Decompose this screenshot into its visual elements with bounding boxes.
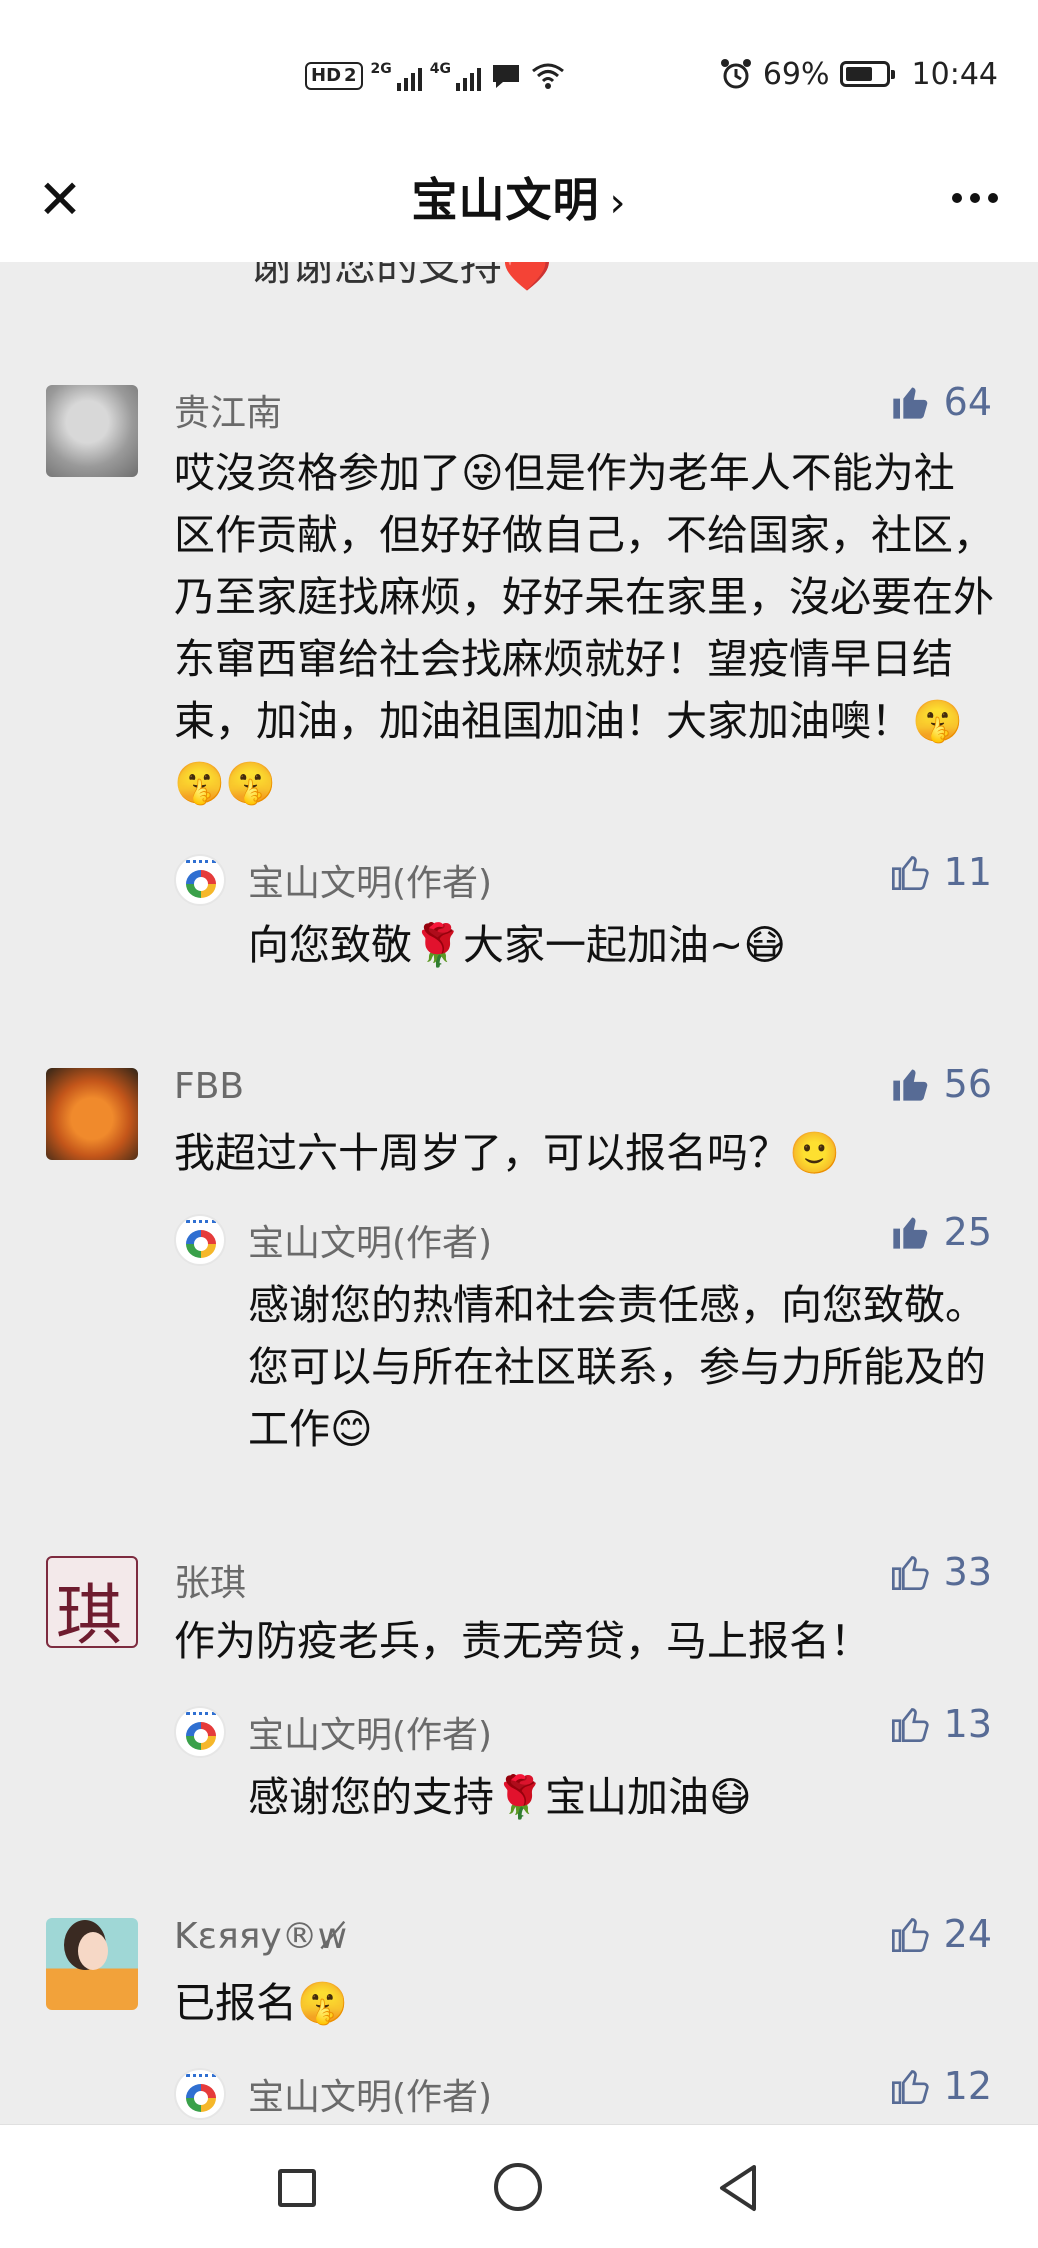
comment-author[interactable]: 张琪 xyxy=(174,1554,246,1606)
chevron-right-icon: › xyxy=(609,180,627,226)
avatar[interactable] xyxy=(46,1918,138,2010)
comment-author[interactable]: FBB xyxy=(174,1066,244,1107)
reply-like-button[interactable]: 12 xyxy=(890,2064,992,2108)
reply-like-count: 11 xyxy=(943,850,992,894)
like-count: 56 xyxy=(943,1062,992,1106)
alarm-icon xyxy=(720,59,751,89)
thumbs-up-icon xyxy=(892,1217,927,1249)
net2-label: 4G xyxy=(429,61,452,77)
partial-text: 谢谢您的支持 xyxy=(250,262,503,290)
avatar[interactable]: 琪 xyxy=(46,1556,138,1648)
nav-bar: ✕ 宝山文明 › xyxy=(0,150,1038,262)
comment-author[interactable]: 贵江南 xyxy=(174,384,282,436)
more-icon[interactable] xyxy=(940,166,1010,230)
hd-badge: HD 2 xyxy=(305,62,363,90)
thumbs-up-outline-icon xyxy=(891,1918,929,1952)
comment-list[interactable]: 谢谢您的支持❤️ 贵江南 64 哎沒资格参加了😜但是作为老年人不能为社区作贡献，… xyxy=(0,262,1038,2124)
thumbs-up-outline-icon xyxy=(891,2070,929,2104)
like-button[interactable]: 33 xyxy=(890,1550,992,1594)
reply-text: 向您致敬🌹大家一起加油~😷 xyxy=(248,921,787,969)
like-button[interactable]: 64 xyxy=(890,380,992,424)
like-button[interactable]: 56 xyxy=(890,1062,992,1106)
like-count: 33 xyxy=(943,1550,992,1594)
thumbs-up-icon xyxy=(892,1069,927,1101)
signal-icon: 2G xyxy=(371,61,422,91)
system-nav-bar xyxy=(0,2124,1038,2248)
author-avatar[interactable] xyxy=(174,854,226,906)
reply-like-button[interactable]: 25 xyxy=(890,1210,992,1254)
partial-reply-text: 谢谢您的支持❤️ xyxy=(250,262,552,293)
hd-label: HD xyxy=(311,65,342,86)
author-avatar[interactable] xyxy=(174,2068,226,2120)
wifi-icon xyxy=(532,63,564,89)
reply-like-button[interactable]: 13 xyxy=(890,1702,992,1746)
comment-author[interactable]: Kεяяу®ᴡ̸ xyxy=(174,1916,347,1957)
signal-icon-2: 4G xyxy=(429,61,482,91)
back-button[interactable] xyxy=(714,2163,764,2213)
reply-author[interactable]: 宝山文明(作者) xyxy=(248,1214,492,1266)
page-title[interactable]: 宝山文明 › xyxy=(0,164,1038,230)
comment-text: 已报名🤫 xyxy=(174,1979,349,2027)
avatar[interactable] xyxy=(46,1068,138,1160)
sim-label: 2 xyxy=(344,65,357,86)
thumbs-up-outline-icon xyxy=(891,856,929,890)
status-bar: HD 2 2G 4G 69% 10:44 xyxy=(0,0,1038,150)
net1-label: 2G xyxy=(370,61,392,77)
status-right: 69% 10:44 xyxy=(719,52,998,96)
battery-percent: 69% xyxy=(762,56,830,92)
status-left: HD 2 2G 4G xyxy=(305,56,565,96)
author-avatar[interactable] xyxy=(174,1214,226,1266)
comment-text: 哎沒资格参加了😜但是作为老年人不能为社区作贡献，但好好做自己，不给国家，社区，乃… xyxy=(174,449,994,807)
reply-text: 感谢您的热情和社会责任感，向您致敬。您可以与所在社区联系，参与力所能及的工作😊 xyxy=(248,1281,986,1453)
like-count: 24 xyxy=(943,1912,992,1956)
comment-text: 作为防疫老兵，责无旁贷，马上报名！ xyxy=(174,1617,871,1665)
thumbs-up-outline-icon xyxy=(891,1708,929,1742)
clock: 10:44 xyxy=(911,56,998,92)
message-icon xyxy=(493,65,520,88)
reply-like-button[interactable]: 11 xyxy=(890,850,992,894)
avatar[interactable] xyxy=(46,385,138,477)
like-button[interactable]: 24 xyxy=(890,1912,992,1956)
thumbs-up-icon xyxy=(892,387,927,419)
battery-icon xyxy=(839,61,895,87)
home-button[interactable] xyxy=(494,2163,544,2213)
reply-author[interactable]: 宝山文明(作者) xyxy=(248,2068,492,2120)
reply-like-count: 12 xyxy=(943,2064,992,2108)
heart-icon: ❤️ xyxy=(502,262,552,294)
recents-button[interactable] xyxy=(272,2163,322,2213)
thumbs-up-outline-icon xyxy=(891,1556,929,1590)
reply-like-count: 25 xyxy=(943,1210,992,1254)
comment-text: 我超过六十周岁了，可以报名吗？🙂 xyxy=(174,1129,841,1177)
reply-author[interactable]: 宝山文明(作者) xyxy=(248,854,492,906)
reply-like-count: 13 xyxy=(943,1702,992,1746)
like-count: 64 xyxy=(943,380,992,424)
reply-text: 感谢您的支持🌹宝山加油😷 xyxy=(248,1773,752,1821)
title-label: 宝山文明 xyxy=(411,173,600,227)
reply-author[interactable]: 宝山文明(作者) xyxy=(248,1706,492,1758)
author-avatar[interactable] xyxy=(174,1706,226,1758)
